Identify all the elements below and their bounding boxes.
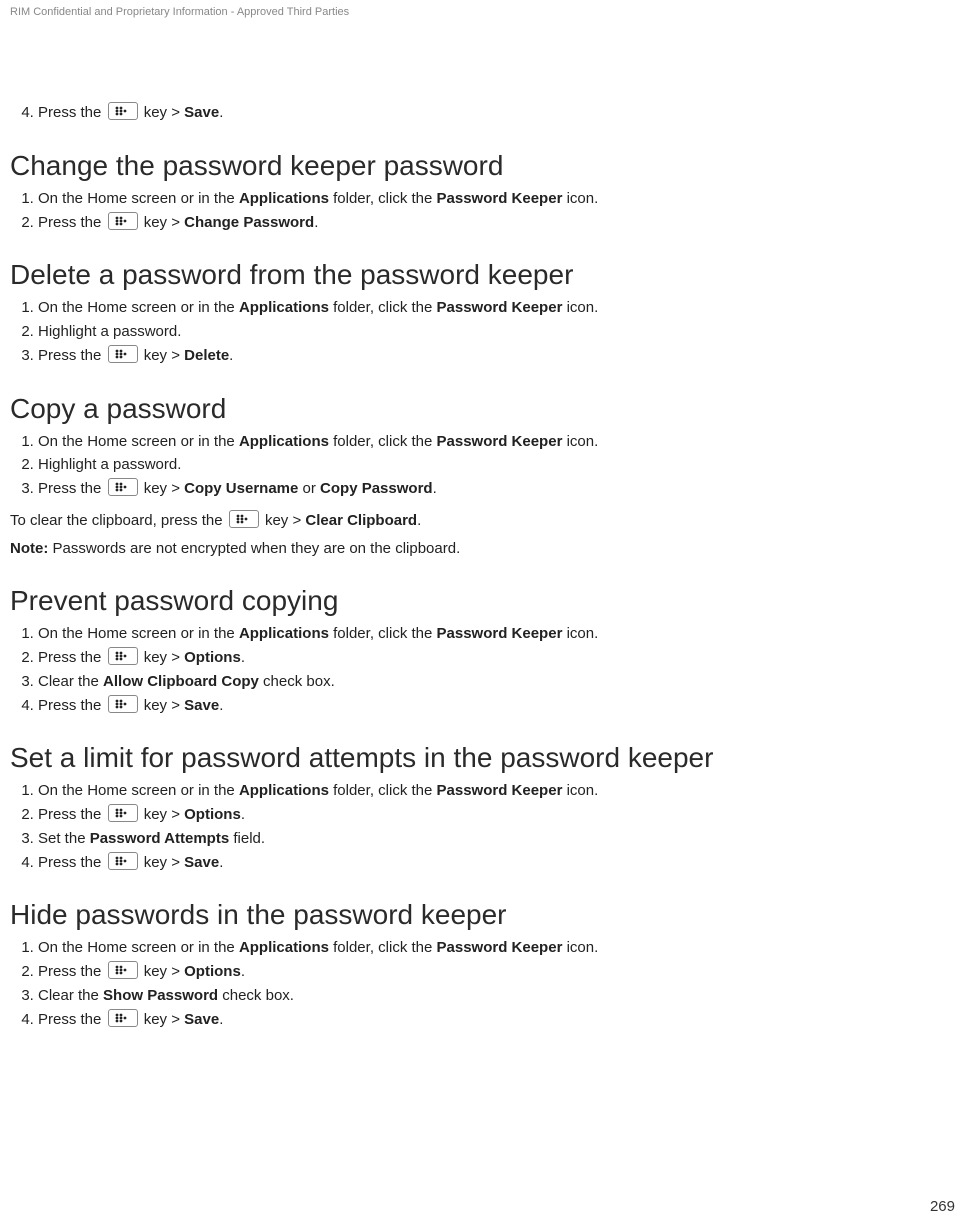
section-heading: Set a limit for password attempts in the… — [10, 742, 963, 774]
bold-term: Save — [184, 1011, 219, 1028]
bold-term: Password Keeper — [437, 190, 563, 207]
bold-term: Copy Username — [184, 480, 298, 497]
section-heading: Copy a password — [10, 393, 963, 425]
bold-term: Password Keeper — [437, 433, 563, 450]
bold-term: Password Keeper — [437, 782, 563, 799]
list-item: On the Home screen or in the Application… — [38, 431, 963, 453]
list-item: Press the key > Save. — [38, 1009, 963, 1031]
menu-key-icon — [108, 852, 138, 870]
list-item: On the Home screen or in the Application… — [38, 780, 963, 802]
bold-term: Password Keeper — [437, 625, 563, 642]
list-item: On the Home screen or in the Application… — [38, 188, 963, 210]
bold-term: Applications — [239, 939, 329, 956]
bold-term: Change Password — [184, 214, 314, 231]
menu-key-icon — [108, 345, 138, 363]
bold-term: Applications — [239, 190, 329, 207]
menu-key-icon — [108, 478, 138, 496]
list-item: Press the key > Save. — [38, 852, 963, 874]
menu-key-icon — [108, 1009, 138, 1027]
clipboard-note: To clear the clipboard, press the key > … — [10, 510, 963, 532]
step-list: On the Home screen or in the Application… — [10, 623, 963, 716]
list-item: Clear the Show Password check box. — [38, 985, 963, 1007]
step-list: On the Home screen or in the Application… — [10, 937, 963, 1030]
confidentiality-header: RIM Confidential and Proprietary Informa… — [0, 0, 973, 18]
menu-key-icon — [229, 510, 259, 528]
list-item: Press the key > Options. — [38, 961, 963, 983]
list-item: Press the key > Delete. — [38, 345, 963, 367]
bold-term: Password Keeper — [437, 299, 563, 316]
menu-key-icon — [108, 961, 138, 979]
bold-term: Applications — [239, 782, 329, 799]
note-label: Note: — [10, 540, 48, 557]
menu-key-icon — [108, 647, 138, 665]
bold-term: Applications — [239, 299, 329, 316]
list-item: Press the key > Save. — [38, 102, 963, 124]
step-list: On the Home screen or in the Application… — [10, 188, 963, 234]
bold-term: Save — [184, 854, 219, 871]
menu-key-icon — [108, 695, 138, 713]
bold-term: Options — [184, 649, 241, 666]
bold-term: Save — [184, 104, 219, 121]
bold-term: Applications — [239, 433, 329, 450]
menu-key-icon — [108, 804, 138, 822]
list-item: On the Home screen or in the Application… — [38, 937, 963, 959]
menu-key-icon — [108, 102, 138, 120]
bold-term: Password Attempts — [90, 830, 229, 847]
bold-term: Delete — [184, 347, 229, 364]
bold-term: Password Keeper — [437, 939, 563, 956]
list-item: On the Home screen or in the Application… — [38, 297, 963, 319]
list-item: Press the key > Options. — [38, 647, 963, 669]
bold-term: Options — [184, 963, 241, 980]
bold-term: Copy Password — [320, 480, 433, 497]
list-item: Clear the Allow Clipboard Copy check box… — [38, 671, 963, 693]
page-number: 269 — [930, 1198, 955, 1215]
bold-term: Save — [184, 697, 219, 714]
bold-term: Options — [184, 806, 241, 823]
list-item: Set the Password Attempts field. — [38, 828, 963, 850]
section-heading: Change the password keeper password — [10, 150, 963, 182]
bold-term: Allow Clipboard Copy — [103, 673, 259, 690]
step-list: On the Home screen or in the Application… — [10, 297, 963, 366]
list-item: Press the key > Options. — [38, 804, 963, 826]
list-item: Highlight a password. — [38, 321, 963, 343]
section-heading: Delete a password from the password keep… — [10, 259, 963, 291]
list-item: Press the key > Copy Username or Copy Pa… — [38, 478, 963, 500]
intro-step-list: Press the key > Save. — [10, 102, 963, 124]
page-content: Press the key > Save. Change the password… — [0, 18, 973, 1030]
menu-key-icon — [108, 212, 138, 230]
bold-term: Applications — [239, 625, 329, 642]
bold-term: Show Password — [103, 987, 218, 1004]
step-list: On the Home screen or in the Application… — [10, 431, 963, 500]
list-item: Highlight a password. — [38, 454, 963, 476]
list-item: On the Home screen or in the Application… — [38, 623, 963, 645]
encryption-note: Note: Passwords are not encrypted when t… — [10, 538, 963, 560]
bold-term: Clear Clipboard — [305, 512, 417, 529]
step-list: On the Home screen or in the Application… — [10, 780, 963, 873]
section-heading: Prevent password copying — [10, 585, 963, 617]
section-heading: Hide passwords in the password keeper — [10, 899, 963, 931]
list-item: Press the key > Change Password. — [38, 212, 963, 234]
list-item: Press the key > Save. — [38, 695, 963, 717]
